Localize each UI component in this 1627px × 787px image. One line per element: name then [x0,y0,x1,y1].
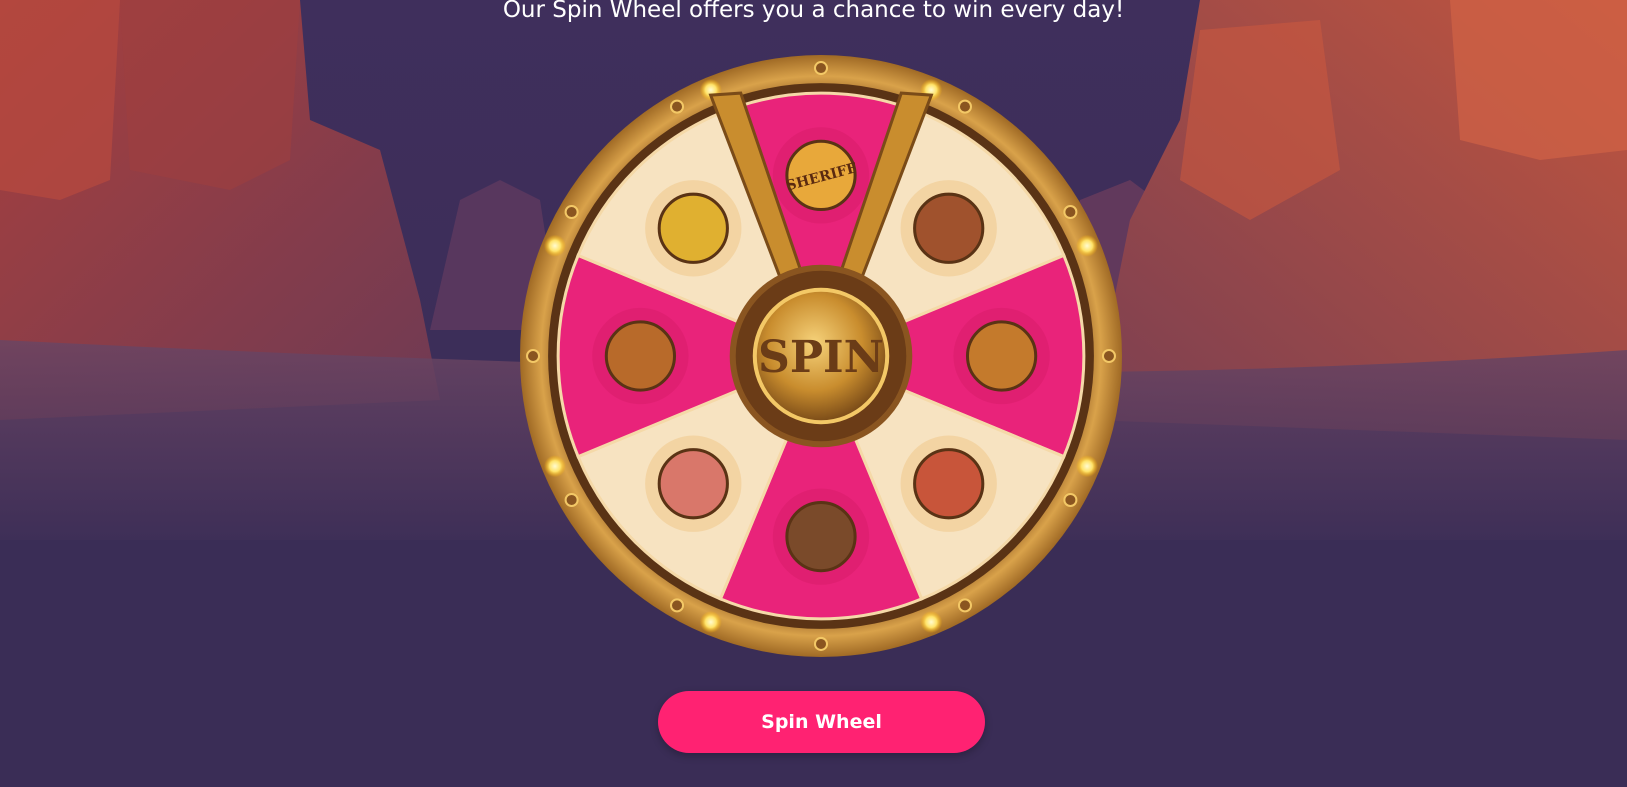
rim-bolt [957,598,973,613]
safe-icon [645,435,742,532]
hub-label: SPIN [758,332,884,383]
rim-bolt [526,348,541,364]
rim-light [543,455,566,478]
rim-light [1076,234,1099,257]
rim-bolt [564,204,579,220]
rim-light [543,234,566,257]
rim-light [1076,455,1099,478]
rim-bolt [957,99,973,114]
promo-subtitle: Our Spin Wheel offers you a chance to wi… [502,0,1125,23]
horseshoe-icon [645,180,742,277]
spin-wheel-button[interactable]: Spin Wheel [658,691,985,753]
rim-bolt [813,636,829,651]
rim-light [920,611,943,634]
cash-register-icon [592,307,689,405]
cowboy-icon [900,180,997,277]
rim-bolt [813,61,829,76]
rim-bolt [1063,492,1078,508]
rim-bolt [564,492,579,508]
cowboy-hat-icon [772,488,870,585]
rim-light [699,611,722,634]
pot-of-gold-icon [953,307,1050,405]
rim-bolt [669,598,685,613]
dynamite-icon [900,435,997,532]
prize-wheel: SHERIFF SPIN [520,55,1122,657]
rim-bolt [1063,204,1078,220]
sheriff-badge-icon: SHERIFF [772,127,870,224]
rim-bolt [669,99,685,114]
rim-bolt [1101,348,1116,364]
